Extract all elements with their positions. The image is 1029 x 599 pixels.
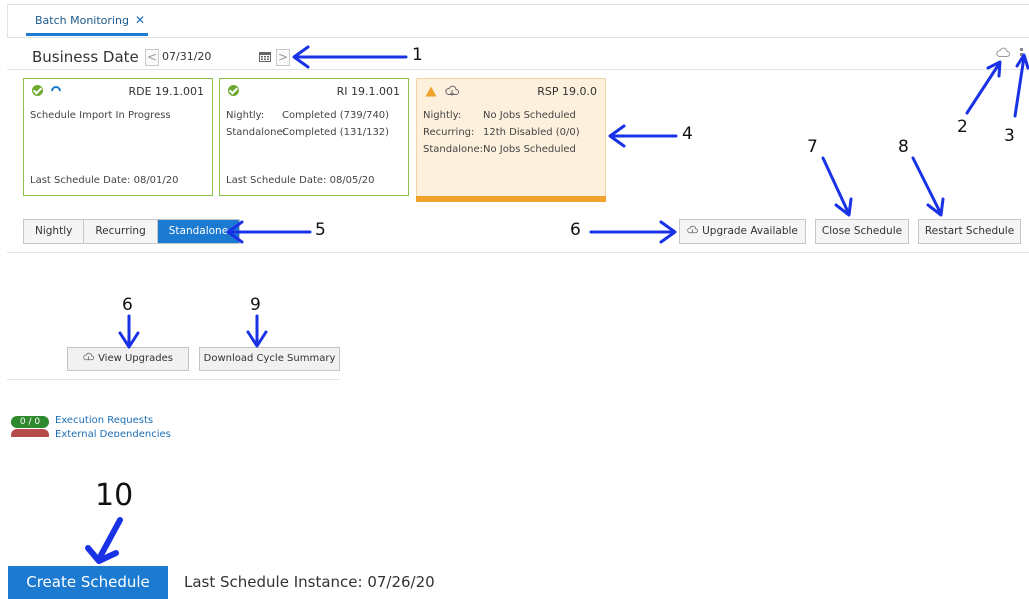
arrow-2 bbox=[965, 60, 1002, 115]
annotation-4: 4 bbox=[682, 124, 693, 144]
arrow-1 bbox=[292, 45, 408, 69]
arrow-9 bbox=[246, 314, 268, 348]
annotation-2: 2 bbox=[957, 117, 968, 137]
annotation-3: 3 bbox=[1004, 126, 1015, 146]
annotation-7: 7 bbox=[807, 137, 818, 157]
arrow-6b bbox=[118, 314, 140, 349]
arrow-6 bbox=[589, 220, 677, 244]
annotation-1: 1 bbox=[412, 45, 423, 65]
annotation-8: 8 bbox=[898, 137, 909, 157]
arrow-4 bbox=[608, 124, 678, 148]
annotation-9: 9 bbox=[250, 295, 261, 315]
arrow-3 bbox=[1013, 53, 1029, 118]
arrow-8 bbox=[911, 156, 945, 217]
annotation-5: 5 bbox=[315, 220, 326, 240]
annotation-arrows bbox=[85, 45, 1029, 564]
annotation-6-lower: 6 bbox=[122, 295, 133, 315]
arrow-5 bbox=[226, 220, 312, 244]
annotation-6: 6 bbox=[570, 220, 581, 240]
arrow-7 bbox=[821, 156, 853, 217]
arrow-2-placeholder bbox=[967, 60, 1009, 398]
arrow-10 bbox=[85, 517, 123, 564]
annotation-10: 10 bbox=[95, 478, 134, 513]
